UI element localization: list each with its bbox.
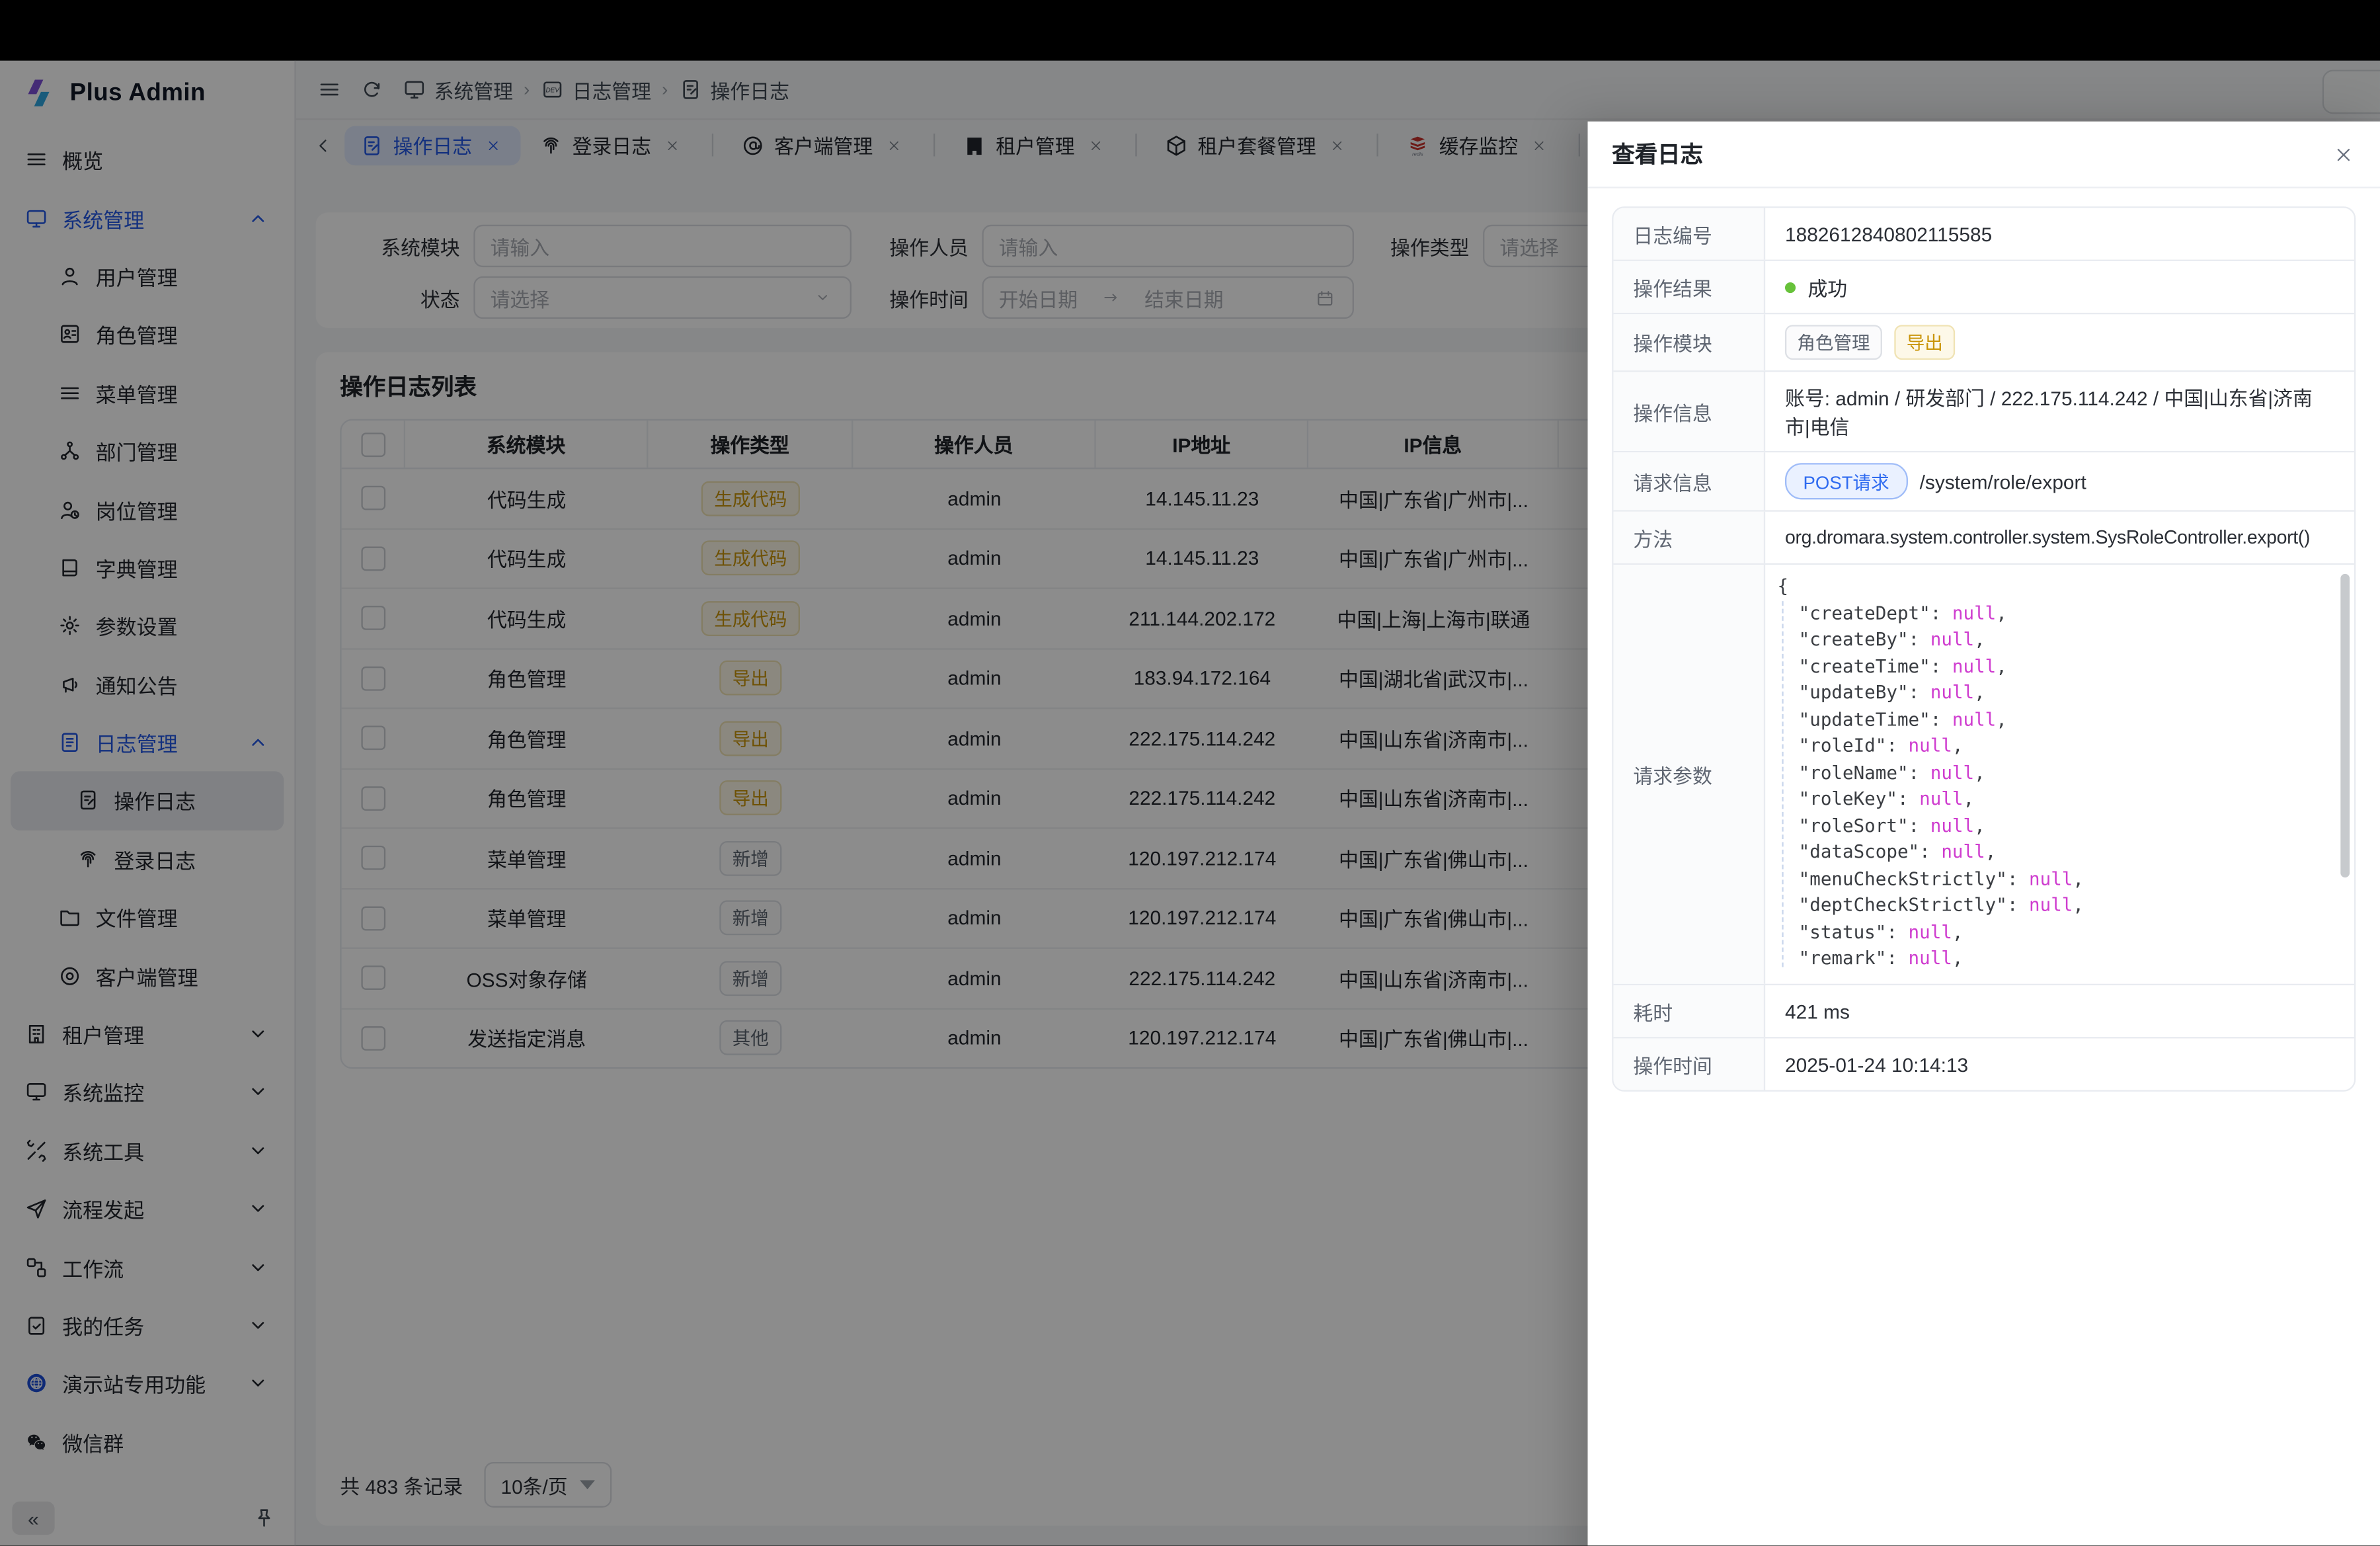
success-dot [1785, 282, 1796, 292]
scrollbar-thumb[interactable] [2340, 574, 2350, 877]
request-params-json[interactable]: { "createDept": null, "createBy": null, … [1765, 565, 2354, 981]
detail-row-method: 方法 org.dromara.system.controller.system.… [1614, 512, 2354, 565]
post-method-badge: POST请求 [1785, 463, 1907, 499]
detail-row-cost: 耗时 421 ms [1614, 985, 2354, 1038]
detail-row-log-id: 日志编号 1882612840802115585 [1614, 208, 2354, 261]
drawer-header: 查看日志 [1588, 122, 2380, 188]
log-id-value: 1882612840802115585 [1765, 208, 2354, 260]
result-value: 成功 [1807, 272, 1847, 302]
op-time-value: 2025-01-24 10:14:13 [1765, 1038, 2354, 1090]
detail-row-params: 请求参数 { "createDept": null, "createBy": n… [1614, 565, 2354, 985]
log-detail-table: 日志编号 1882612840802115585 操作结果 成功 操作模块 角色… [1612, 206, 2356, 1092]
request-path: /system/role/export [1920, 470, 2086, 493]
op-info-value: 账号: admin / 研发部门 / 222.175.114.242 / 中国|… [1765, 372, 2354, 450]
app-window: Plus Admin 概览 系统管理 用户管理 角色管理 菜单管理 部门管理 岗… [0, 61, 2380, 1545]
detail-row-op-info: 操作信息 账号: admin / 研发部门 / 222.175.114.242 … [1614, 372, 2354, 452]
module-tag: 角色管理 [1785, 325, 1882, 360]
method-value: org.dromara.system.controller.system.Sys… [1765, 512, 2354, 563]
screenshot-stage: Plus Admin 概览 系统管理 用户管理 角色管理 菜单管理 部门管理 岗… [0, 0, 2380, 1545]
cost-value: 421 ms [1765, 985, 2354, 1037]
detail-row-result: 操作结果 成功 [1614, 261, 2354, 314]
indent-guide [1782, 601, 1783, 966]
detail-row-op-time: 操作时间 2025-01-24 10:14:13 [1614, 1038, 2354, 1090]
close-icon[interactable] [2332, 143, 2356, 165]
detail-row-req-info: 请求信息 POST请求 /system/role/export [1614, 452, 2354, 512]
detail-row-module: 操作模块 角色管理 导出 [1614, 314, 2354, 372]
view-log-drawer: 查看日志 日志编号 1882612840802115585 操作结果 成功 操作… [1588, 122, 2380, 1546]
op-type-tag: 导出 [1894, 325, 1955, 360]
drawer-title: 查看日志 [1612, 138, 1703, 170]
